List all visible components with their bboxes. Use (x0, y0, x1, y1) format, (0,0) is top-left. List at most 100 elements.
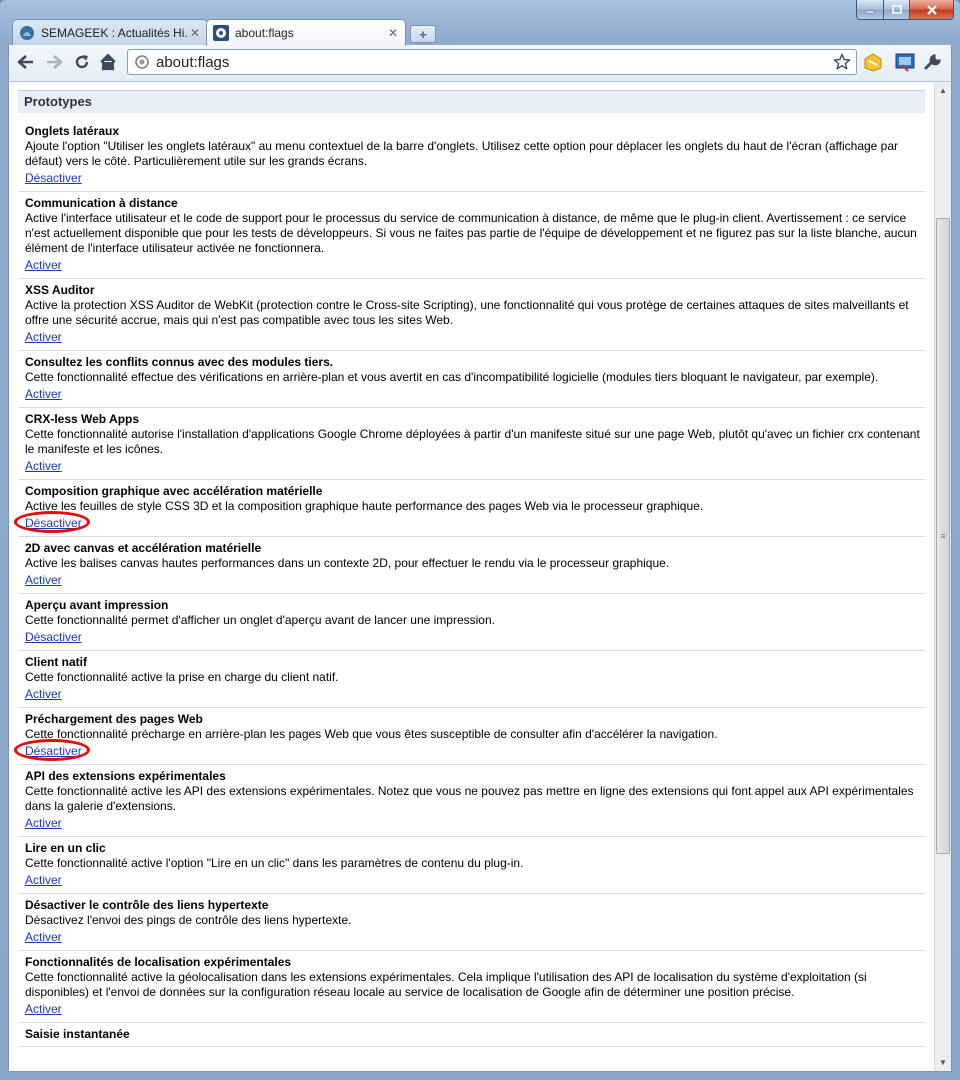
experiment-item: Composition graphique avec accélération … (14, 480, 925, 537)
experiment-name: Onglets latéraux (25, 124, 120, 138)
tab-about-flags[interactable]: about:flags ✕ (206, 19, 406, 46)
back-button[interactable] (15, 51, 37, 73)
experiment-name: Préchargement des pages Web (25, 712, 203, 726)
tab-close-icon[interactable]: ✕ (387, 26, 399, 40)
home-icon (100, 53, 116, 71)
new-tab-button[interactable]: + (410, 25, 436, 43)
experiment-name: CRX-less Web Apps (25, 412, 140, 426)
experiment-item: CRX-less Web Apps Cette fonctionnalité au… (18, 408, 925, 480)
experiment-item: Aperçu avant impression Cette fonctionnal… (18, 594, 925, 651)
disable-link[interactable]: Désactiver (25, 629, 82, 646)
experiment-name: Communication à distance (25, 196, 178, 210)
enable-link[interactable]: Activer (25, 458, 62, 475)
experiment-name: Aperçu avant impression (25, 598, 169, 612)
minimize-button[interactable] (856, 0, 884, 20)
screen-capture-icon (895, 53, 915, 72)
experiment-item: Consultez les conflits connus avec des m… (18, 351, 925, 408)
disable-link[interactable]: Désactiver (14, 511, 90, 533)
wrench-menu-button[interactable] (921, 50, 945, 74)
experiment-name: Fonctionnalités de localisation expérime… (25, 955, 292, 969)
scrollbar-thumb[interactable]: ≡ (936, 218, 950, 854)
experiment-description: Active l'interface utilisateur et le cod… (25, 211, 917, 255)
experiment-item: 2D avec canvas et accélération matériell… (18, 537, 925, 594)
enable-link[interactable]: Activer (25, 929, 62, 946)
experiment-description: Cette fonctionnalité précharge en arrièr… (25, 727, 718, 741)
extension-icon (864, 53, 882, 72)
back-arrow-icon (17, 55, 33, 69)
experiment-name: 2D avec canvas et accélération matériell… (25, 541, 262, 555)
enable-link[interactable]: Activer (25, 329, 62, 346)
reload-button[interactable] (71, 51, 93, 73)
forward-arrow-icon (47, 55, 63, 69)
experiment-description: Cette fonctionnalité permet d'afficher u… (25, 613, 495, 627)
experiment-description: Active les feuilles de style CSS 3D et l… (25, 499, 704, 513)
reload-icon (75, 55, 89, 69)
experiment-description: Active la protection XSS Auditor de WebK… (25, 298, 909, 327)
enable-link[interactable]: Activer (25, 686, 62, 703)
experiment-name: API des extensions expérimentales (25, 769, 226, 783)
enable-link[interactable]: Activer (25, 815, 62, 832)
browser-window: SEMAGEEK : Actualités Hi... ✕ about:flag… (0, 0, 960, 1080)
scroll-down-arrow-icon[interactable]: ▼ (935, 1054, 951, 1071)
extension-button[interactable] (861, 50, 885, 74)
wrench-icon (924, 53, 942, 70)
experiment-description: Active les balises canvas hautes perform… (25, 556, 670, 570)
maximize-button[interactable] (884, 0, 910, 20)
experiment-name: Lire en un clic (25, 841, 106, 855)
scroll-up-arrow-icon[interactable]: ▲ (935, 82, 951, 99)
experiment-description: Cette fonctionnalité active les API des … (25, 784, 914, 813)
experiment-item: Communication à distance Active l'interfa… (18, 192, 925, 279)
experiment-description: Cette fonctionnalité autorise l'installa… (25, 427, 920, 456)
forward-button[interactable] (43, 51, 65, 73)
experiment-name: Consultez les conflits connus avec des m… (25, 355, 334, 369)
semageek-favicon-icon (19, 25, 35, 41)
bookmark-star-icon[interactable] (832, 53, 852, 71)
address-bar[interactable]: about:flags (127, 49, 857, 75)
maximize-icon (891, 5, 902, 14)
experiment-description: Cette fonctionnalité active la géolocali… (25, 970, 867, 999)
experiment-description: Désactivez l'envoi des pings de contrôle… (25, 913, 352, 927)
enable-link[interactable]: Activer (25, 872, 62, 889)
vertical-scrollbar[interactable]: ▲ ≡ ▼ (934, 82, 951, 1071)
enable-link[interactable]: Activer (25, 386, 62, 403)
enable-link[interactable]: Activer (25, 572, 62, 589)
flags-favicon-icon (213, 25, 229, 41)
experiment-description: Cette fonctionnalité active l'option "Li… (25, 856, 524, 870)
tab-semageek[interactable]: SEMAGEEK : Actualités Hi... ✕ (12, 19, 208, 45)
experiment-item: Lire en un clic Cette fonctionnalité acti… (18, 837, 925, 894)
experiment-item: Client natif Cette fonctionnalité active … (18, 651, 925, 708)
close-button[interactable] (910, 0, 954, 20)
disable-link[interactable]: Désactiver (25, 170, 82, 187)
enable-link[interactable]: Activer (25, 1001, 62, 1018)
page-icon (134, 54, 150, 70)
plus-icon: + (419, 26, 427, 42)
experiment-item: Saisie instantanée (18, 1023, 925, 1047)
address-text[interactable]: about:flags (156, 54, 832, 71)
section-header: Prototypes (18, 90, 925, 113)
experiment-item: Désactiver le contrôle des liens hyperte… (18, 894, 925, 951)
home-button[interactable] (97, 51, 119, 73)
screen-capture-button[interactable] (893, 50, 917, 74)
flags-content: Prototypes Onglets latéraux Ajoute l'opti… (14, 90, 925, 1047)
minimize-icon (865, 10, 875, 13)
experiment-description: Ajoute l'option "Utiliser les onglets la… (25, 139, 899, 168)
enable-link[interactable]: Activer (25, 257, 62, 274)
experiment-item: Fonctionnalités de localisation expérime… (18, 951, 925, 1023)
tab-close-icon[interactable]: ✕ (189, 26, 201, 40)
experiments-list: Onglets latéraux Ajoute l'option "Utilise… (14, 120, 925, 1047)
window-controls (856, 0, 954, 20)
experiment-name: Composition graphique avec accélération … (25, 484, 323, 498)
experiment-item: Préchargement des pages Web Cette fonctio… (14, 708, 925, 765)
experiment-name: Client natif (25, 655, 87, 669)
experiment-item: XSS Auditor Active la protection XSS Audi… (18, 279, 925, 351)
close-icon (926, 4, 937, 15)
experiment-description: Cette fonctionnalité effectue des vérifi… (25, 370, 879, 384)
tab-title: about:flags (235, 26, 294, 40)
toolbar: about:flags (8, 45, 952, 81)
experiment-name: Désactiver le contrôle des liens hyperte… (25, 898, 269, 912)
disable-link[interactable]: Désactiver (14, 739, 90, 761)
tab-title: SEMAGEEK : Actualités Hi... (41, 25, 189, 40)
experiment-item: API des extensions expérimentales Cette f… (18, 765, 925, 837)
experiment-name: Saisie instantanée (25, 1027, 130, 1041)
page-viewport[interactable]: Prototypes Onglets latéraux Ajoute l'opti… (8, 81, 952, 1072)
